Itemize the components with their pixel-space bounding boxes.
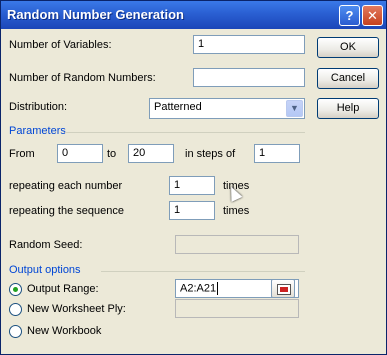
new-worksheet-radio[interactable] (9, 303, 22, 316)
repeat-sequence-input[interactable]: 1 (169, 201, 215, 220)
close-icon[interactable]: ✕ (362, 5, 383, 26)
collapse-dialog-icon[interactable] (271, 279, 295, 298)
times-label-2: times (223, 205, 250, 217)
ok-button[interactable]: OK (317, 37, 379, 58)
from-input[interactable]: 0 (57, 144, 103, 163)
repeat-each-input[interactable]: 1 (169, 176, 215, 195)
num-random-numbers-input[interactable] (193, 68, 305, 87)
num-variables-input[interactable]: 1 (193, 35, 305, 54)
repeating-each-label: repeating each number (9, 180, 123, 192)
help-icon[interactable]: ? (339, 5, 360, 26)
distribution-label: Distribution: (9, 101, 68, 113)
random-seed-input[interactable] (175, 235, 299, 254)
num-variables-label: Number of Variables: (9, 39, 112, 51)
repeating-sequence-label: repeating the sequence (9, 205, 124, 217)
output-options-group-title: Output options (9, 264, 81, 276)
in-steps-of-label: in steps of (185, 148, 236, 160)
num-random-numbers-label: Number of Random Numbers: (9, 72, 156, 84)
distribution-value: Patterned (154, 101, 202, 113)
to-label: to (107, 148, 117, 160)
output-range-value: A2:A21 (180, 282, 217, 295)
parameters-group-title: Parameters (9, 125, 66, 137)
help-button[interactable]: Help (317, 98, 379, 119)
distribution-select[interactable]: Patterned ▼ (149, 98, 305, 119)
parameters-divider (65, 132, 305, 133)
new-workbook-radio[interactable] (9, 325, 22, 338)
to-input[interactable]: 20 (128, 144, 174, 163)
from-label: From (9, 148, 35, 160)
window-title: Random Number Generation (7, 7, 184, 22)
random-number-generation-dialog: Random Number Generation ? ✕ Number of V… (0, 0, 387, 355)
output-range-radio[interactable] (9, 283, 22, 296)
title-bar[interactable]: Random Number Generation ? ✕ (1, 1, 386, 29)
output-options-divider (101, 271, 305, 272)
new-worksheet-label[interactable]: New Worksheet Ply: (27, 303, 126, 315)
output-range-label[interactable]: Output Range: (27, 283, 99, 295)
cancel-button[interactable]: Cancel (317, 68, 379, 89)
new-worksheet-input[interactable] (175, 299, 299, 318)
random-seed-label: Random Seed: (9, 239, 83, 251)
dropdown-arrow-icon[interactable]: ▼ (286, 100, 303, 117)
new-workbook-label[interactable]: New Workbook (27, 325, 101, 337)
text-caret (217, 282, 219, 295)
steps-input[interactable]: 1 (254, 144, 300, 163)
